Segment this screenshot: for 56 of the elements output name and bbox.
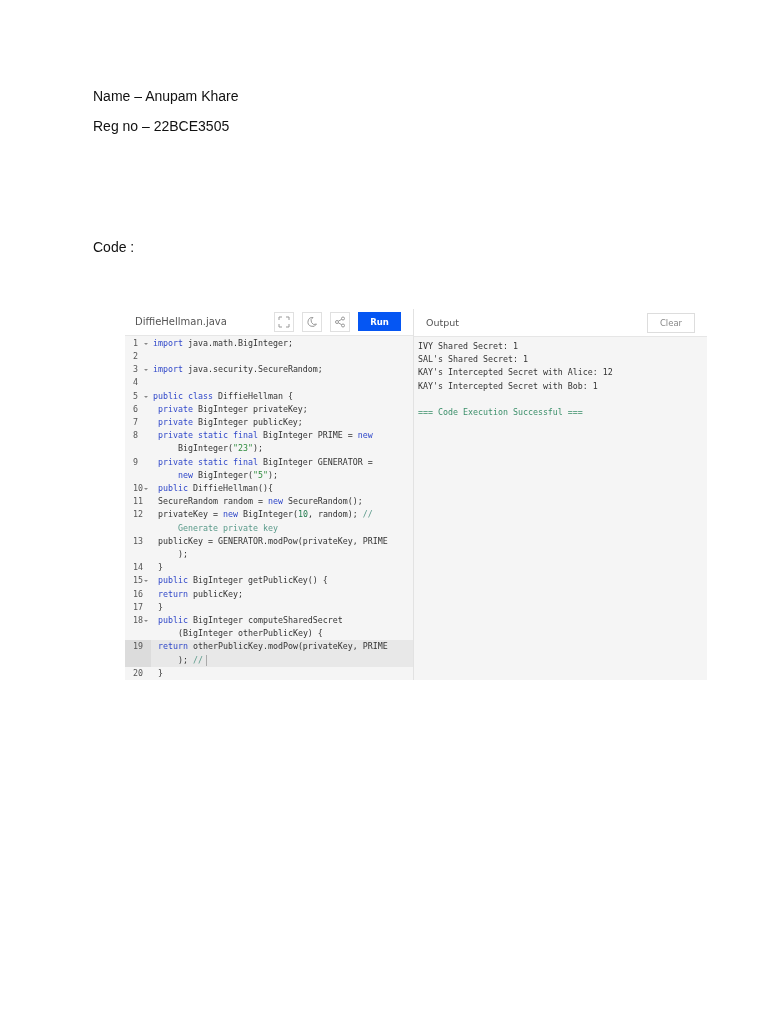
line-number: 18 [133,614,143,627]
code-line: return publicKey; [158,587,243,601]
code-line: private static final BigInteger PRIME = new BigInteger("23"); [158,429,373,456]
line-number: 15 [133,574,143,588]
line-number: 17 [133,600,143,614]
code-line: public DiffieHellman(){ [158,481,273,495]
output-line: SAL's Shared Secret: 1 [418,353,528,367]
line-number: 12 [133,508,143,522]
fold-icon[interactable] [144,369,148,372]
code-line: public class DiffieHellman { [153,389,293,403]
line-number: 3 [133,363,138,377]
output-title: Output [426,317,459,328]
clear-button[interactable]: Clear [647,312,695,333]
line-number: 11 [133,495,143,509]
line-number: 2 [133,349,138,363]
fold-icon[interactable] [144,487,148,490]
line-number: 8 [133,429,138,443]
line-number: 16 [133,587,143,601]
name-line: Name – Anupam Khare [93,87,239,105]
line-number: 6 [133,402,138,416]
output-line: KAY's Intercepted Secret with Alice: 12 [418,366,613,380]
code-line: privateKey = new BigInteger(10, random); // Generate private key [158,508,373,535]
line-number: 19 [133,640,143,654]
line-number: 1 [133,336,138,350]
code-line: return otherPublicKey.modPow(privateKey, PRIME ); // [158,640,388,667]
line-number: 5 [133,389,138,403]
fold-icon[interactable] [144,580,148,583]
line-number: 9 [133,455,138,469]
code-line: import java.math.BigInteger; [153,336,293,350]
code-line: private static final BigInteger GENERATOR = new BigInteger("5"); [158,455,373,482]
code-line: public BigInteger getPublicKey() { [158,574,328,588]
code-line: import java.security.SecureRandom; [153,363,323,377]
line-number: 10 [133,481,143,495]
line-number: 14 [133,561,143,575]
registration-line: Reg no – 22BCE3505 [93,117,230,135]
code-line: private BigInteger privateKey; [158,402,308,416]
output-line: KAY's Intercepted Secret with Bob: 1 [418,379,598,393]
fold-icon[interactable] [144,342,148,345]
moon-icon[interactable] [302,311,322,332]
code-line: } [158,666,163,680]
share-icon[interactable] [330,311,350,332]
line-number: 13 [133,534,143,548]
code-line: } [158,600,163,614]
output-line: === Code Execution Successful === [418,406,583,419]
file-name-tab[interactable]: DiffieHellman.java [135,316,227,328]
code-line: private BigInteger publicKey; [158,415,303,429]
run-button[interactable]: Run [358,312,401,332]
code-line: SecureRandom random = new SecureRandom(); [158,495,363,509]
output-line: IVY Shared Secret: 1 [418,340,518,353]
line-number: 7 [133,415,138,429]
line-number: 4 [133,376,138,390]
code-line: } [158,561,163,575]
code-heading: Code : [93,238,135,256]
code-line: publicKey = GENERATOR.modPow(privateKey, PRIME ); [158,534,388,561]
line-number: 20 [133,666,143,680]
fold-icon[interactable] [144,395,148,398]
